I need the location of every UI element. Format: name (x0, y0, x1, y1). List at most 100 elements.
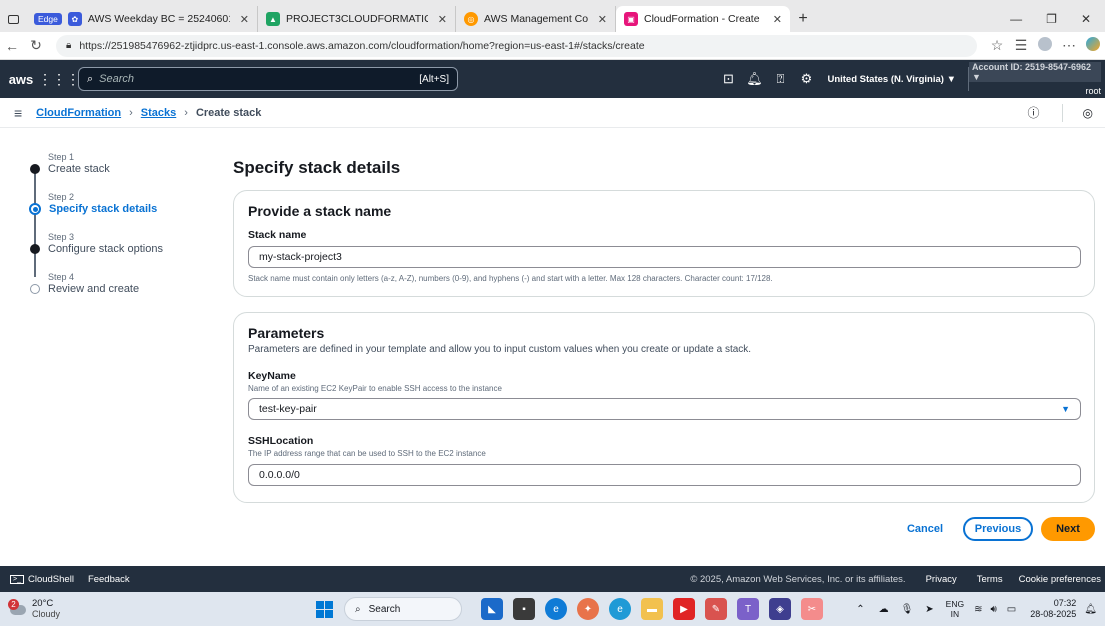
close-tab-icon[interactable]: ✕ (598, 13, 607, 26)
cancel-button[interactable]: Cancel (896, 517, 954, 541)
previous-button[interactable]: Previous (963, 517, 1033, 541)
info-panel-icon[interactable]: ⓘ (1028, 104, 1040, 121)
stack-name-input[interactable]: my-stack-project3 (248, 246, 1081, 268)
keyname-select[interactable]: test-key-pair ▼ (248, 398, 1081, 420)
minimize-window-icon[interactable]: — (1010, 12, 1022, 26)
url-field[interactable]: 🔒︎ https://251985476962-ztjidprc.us-east… (56, 34, 977, 57)
clock-time: 07:32 (1053, 598, 1077, 608)
feedback-link[interactable]: Feedback (88, 574, 130, 585)
page-title: Specify stack details (233, 158, 401, 177)
breadcrumb: ≡ CloudFormation › Stacks › Create stack… (0, 98, 1105, 128)
cookie-preferences-link[interactable]: Cookie preferences (1019, 574, 1101, 585)
stack-name-label: Stack name (248, 229, 307, 241)
step-3[interactable]: Step 3 Configure stack options (30, 232, 163, 255)
weather-widget[interactable]: 2 20°C Cloudy (8, 598, 128, 620)
chevron-right-icon: › (184, 106, 188, 119)
wifi-icon[interactable]: ≋ (974, 604, 982, 615)
close-tab-icon[interactable]: ✕ (438, 13, 447, 26)
sshlocation-description: The IP address range that can be used to… (248, 449, 486, 458)
more-options-icon[interactable]: ⋯ (1057, 37, 1081, 54)
breadcrumb-cloudformation[interactable]: CloudFormation (36, 107, 121, 119)
step-1-title: Create stack (48, 163, 110, 175)
step-4[interactable]: Step 4 Review and create (30, 272, 139, 295)
location-arrow-icon[interactable]: ➤ (925, 604, 933, 615)
show-hidden-icons-chevron-icon[interactable]: ⌃ (856, 604, 864, 615)
cloudshell-footer-button[interactable]: >_ CloudShell (10, 574, 74, 585)
browser-tab-cloudformation[interactable]: ▣ CloudFormation - Create Stack ✕ (616, 6, 790, 32)
mic-muted-icon[interactable]: 🎙︎ (901, 604, 914, 615)
task-view-icon[interactable]: ▪ (513, 598, 535, 620)
parameters-description: Parameters are defined in your template … (248, 344, 752, 355)
tab-title: AWS Management Console (484, 13, 588, 25)
settings-gear-icon[interactable]: ⚙ (793, 66, 819, 92)
notifications-bell-icon[interactable]: 🔔︎ (741, 66, 767, 92)
caret-down-icon: ▼ (1061, 404, 1070, 414)
search-placeholder: Search (99, 73, 135, 85)
back-arrow-icon[interactable]: ← (0, 38, 24, 54)
steps-connector-line (34, 172, 36, 277)
vscode-icon[interactable]: ◈ (769, 598, 791, 620)
browser-tab-project3[interactable]: ▲ PROJECT3CLOUDFORMATIONFIL ✕ (258, 6, 456, 32)
search-shortcut: [Alt+S] (419, 73, 449, 85)
close-window-icon[interactable]: ✕ (1081, 12, 1091, 26)
refresh-icon[interactable]: ↻ (24, 37, 48, 54)
step-3-number: Step 3 (48, 232, 75, 242)
side-panel-toggle-icon[interactable]: ◎ (1083, 106, 1093, 120)
sshlocation-label: SSHLocation (248, 435, 314, 447)
aws-logo[interactable]: aws (0, 72, 42, 87)
taskbar-app-icon[interactable]: ◣ (481, 598, 503, 620)
terms-link[interactable]: Terms (977, 574, 1003, 585)
services-grid-icon[interactable]: ⋮⋮⋮ (38, 66, 80, 92)
browser-tab-weekday[interactable]: Edge ✿ AWS Weekday BC = 2524060107 ✕ (26, 6, 258, 32)
file-explorer-icon[interactable]: ▬ (641, 598, 663, 620)
youtube-icon[interactable]: ▶ (673, 598, 695, 620)
new-tab-icon[interactable]: + (790, 6, 816, 32)
volume-icon[interactable]: 🔊︎ (990, 604, 996, 615)
sshlocation-input[interactable]: 0.0.0.0/0 (248, 464, 1081, 486)
language-code: ENG (945, 599, 965, 609)
language-indicator[interactable]: ENG IN (946, 599, 964, 619)
aws-search-input[interactable]: ⌕ Search [Alt+S] (78, 67, 458, 91)
account-menu[interactable]: Account ID: 2519-8547-6962 ▼ root (969, 62, 1105, 96)
paint-app-icon[interactable]: ✎ (705, 598, 727, 620)
copilot-icon[interactable] (1081, 37, 1105, 54)
site-info-icon[interactable]: 🔒︎ (66, 40, 71, 51)
edge-beta-icon[interactable]: e (609, 598, 631, 620)
close-tab-icon[interactable]: ✕ (240, 13, 249, 26)
copyright-text: © 2025, Amazon Web Services, Inc. or its… (690, 573, 906, 585)
stack-name-heading: Provide a stack name (248, 203, 392, 219)
hamburger-menu-icon[interactable]: ≡ (14, 105, 22, 121)
cloudshell-icon[interactable]: ⊡ (715, 66, 741, 92)
weather-condition: Cloudy (32, 609, 61, 619)
wizard-steps: Step 1 Create stack Step 2 Specify stack… (29, 152, 210, 312)
copilot-app-icon[interactable]: ✦ (577, 598, 599, 620)
browser-tab-console[interactable]: ◎ AWS Management Console ✕ (456, 6, 616, 32)
breadcrumb-stacks[interactable]: Stacks (141, 107, 176, 119)
tab-actions-icon[interactable] (0, 6, 26, 32)
notification-bell-icon[interactable]: 🔔︎ (1084, 604, 1097, 615)
account-user: root (1085, 86, 1101, 96)
teams-icon[interactable]: T (737, 598, 759, 620)
taskbar-search-label: Search (368, 603, 401, 615)
clock-date: 28-08-2025 (1030, 609, 1077, 619)
next-button[interactable]: Next (1041, 517, 1095, 541)
region-selector[interactable]: United States (N. Virginia) ▼ (827, 74, 956, 85)
onedrive-cloud-icon[interactable]: ☁ (879, 604, 889, 615)
close-tab-icon[interactable]: ✕ (773, 13, 782, 26)
taskbar-search-box[interactable]: ⌕ Search (344, 597, 462, 621)
stack-name-card: Provide a stack name Stack name my-stack… (233, 190, 1095, 297)
step-2[interactable]: Step 2 Specify stack details (29, 192, 157, 215)
favorites-list-icon[interactable]: ☰ (1009, 37, 1033, 54)
step-1[interactable]: Step 1 Create stack (30, 152, 110, 175)
profile-avatar-icon[interactable] (1033, 37, 1057, 54)
browser-address-bar: ← ↻ 🔒︎ https://251985476962-ztjidprc.us-… (0, 32, 1105, 60)
edge-browser-icon[interactable]: e (545, 598, 567, 620)
privacy-link[interactable]: Privacy (926, 574, 957, 585)
snipping-tool-icon[interactable]: ✂ (801, 598, 823, 620)
help-icon[interactable]: ⍰ (767, 66, 793, 92)
favorite-star-icon[interactable]: ☆ (985, 37, 1009, 54)
windows-start-icon[interactable] (313, 598, 335, 620)
battery-icon[interactable]: ▭ (1007, 604, 1016, 615)
clock[interactable]: 07:32 28-08-2025 (1030, 598, 1076, 620)
restore-window-icon[interactable]: ❐ (1046, 12, 1057, 26)
